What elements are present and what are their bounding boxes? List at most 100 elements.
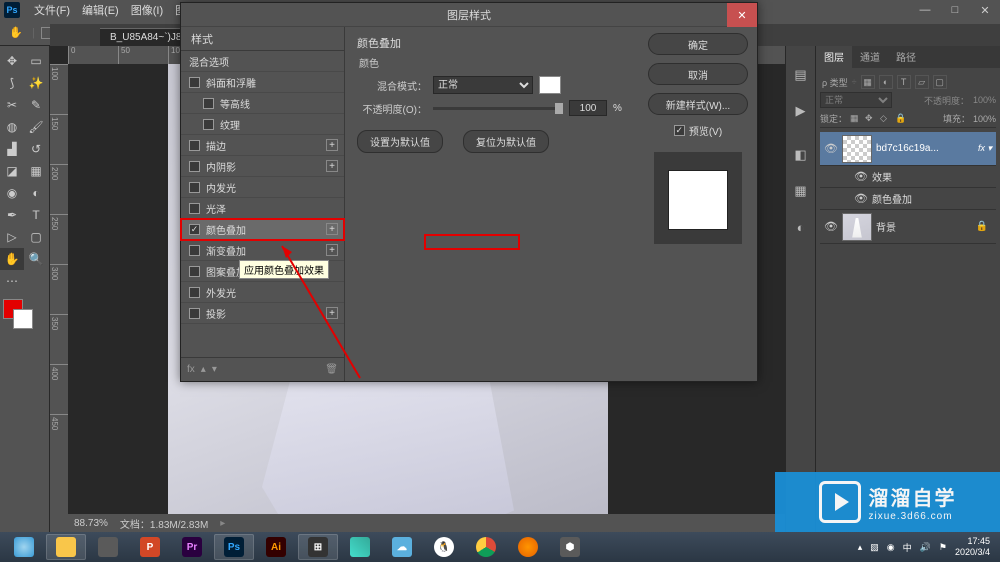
add-instance-icon[interactable]: +	[326, 223, 338, 235]
layer-row[interactable]: 👁 bd7c16c19a... fx ▾	[820, 132, 996, 166]
dialog-close-button[interactable]: ✕	[727, 3, 757, 27]
layer-fx-item[interactable]: 👁 颜色叠加	[820, 188, 996, 210]
blend-mode-select[interactable]: 正常	[820, 92, 892, 108]
eyedropper-tool[interactable]: ✎	[24, 94, 48, 116]
crop-tool[interactable]: ✂	[0, 94, 24, 116]
style-item-7[interactable]: ✓颜色叠加+	[181, 219, 344, 240]
opacity-value[interactable]: 100%	[973, 95, 996, 105]
layer-thumb[interactable]	[842, 213, 872, 241]
window-close[interactable]: ✕	[970, 0, 1000, 20]
brush-tool[interactable]: 🖌	[24, 116, 48, 138]
taskbar-photoshop[interactable]: Ps	[214, 534, 254, 560]
layer-name[interactable]: bd7c16c19a...	[876, 143, 978, 154]
dialog-titlebar[interactable]: 图层样式 ✕	[181, 3, 757, 27]
fill-value[interactable]: 100%	[973, 114, 996, 124]
tab-channels[interactable]: 通道	[852, 46, 888, 68]
menu-edit[interactable]: 编辑(E)	[76, 2, 125, 18]
ok-button[interactable]: 确定	[648, 33, 748, 55]
filter-pixel-icon[interactable]: ▦	[861, 75, 875, 89]
style-checkbox[interactable]	[189, 77, 200, 88]
color-swatches[interactable]	[0, 296, 49, 332]
system-tray[interactable]: ▴ ▧ ◉ 中 🔊 ⚑ 17:45 2020/3/4	[858, 536, 996, 558]
lock-all-icon[interactable]: 🔒	[895, 113, 907, 125]
taskbar-browser[interactable]	[4, 534, 44, 560]
sidebar-header-styles[interactable]: 样式	[181, 27, 344, 51]
fx-indicator[interactable]: fx ▾	[978, 143, 996, 154]
taskbar-clock[interactable]: 17:45 2020/3/4	[955, 536, 990, 558]
style-item-10[interactable]: 外发光	[181, 282, 344, 303]
blend-mode-select[interactable]: 正常	[433, 76, 533, 94]
history-panel-icon[interactable]: ▤	[792, 66, 810, 84]
eraser-tool[interactable]: ◪	[0, 160, 24, 182]
taskbar-premiere[interactable]: Pr	[172, 534, 212, 560]
filter-shape-icon[interactable]: ▱	[915, 75, 929, 89]
taskbar-firefox[interactable]	[508, 534, 548, 560]
filter-smart-icon[interactable]: ▢	[933, 75, 947, 89]
style-checkbox[interactable]	[189, 140, 200, 151]
tab-layers[interactable]: 图层	[816, 46, 852, 68]
tray-up-icon[interactable]: ▴	[858, 542, 863, 553]
style-checkbox[interactable]: ✓	[189, 224, 200, 235]
style-checkbox[interactable]	[189, 266, 200, 277]
background-color[interactable]	[13, 309, 33, 329]
gradient-tool[interactable]: ▦	[24, 160, 48, 182]
history-brush-tool[interactable]: ↺	[24, 138, 48, 160]
edit-toolbar[interactable]: ⋯	[0, 270, 24, 292]
lasso-tool[interactable]: ⟆	[0, 72, 24, 94]
opacity-input[interactable]	[569, 100, 607, 116]
tab-paths[interactable]: 路径	[888, 46, 924, 68]
tray-icon[interactable]: ▧	[870, 542, 879, 553]
window-maximize[interactable]: □	[940, 0, 970, 20]
style-item-8[interactable]: 渐变叠加+应用颜色叠加效果	[181, 240, 344, 261]
filter-adjust-icon[interactable]: ◐	[879, 75, 893, 89]
swatches-panel-icon[interactable]: ▦	[792, 182, 810, 200]
tray-ime-icon[interactable]: 中	[903, 541, 912, 554]
add-instance-icon[interactable]: +	[326, 139, 338, 151]
new-style-button[interactable]: 新建样式(W)...	[648, 93, 748, 115]
filter-type-icon[interactable]: T	[897, 75, 911, 89]
style-checkbox[interactable]	[203, 119, 214, 130]
opacity-slider[interactable]	[433, 107, 563, 110]
taskbar-powerpoint[interactable]: P	[130, 534, 170, 560]
style-checkbox[interactable]	[189, 161, 200, 172]
layer-name[interactable]: 背景	[876, 219, 976, 234]
arrow-down-icon[interactable]: ▾	[212, 364, 217, 375]
taskbar-app4[interactable]: ⬢	[550, 534, 590, 560]
add-instance-icon[interactable]: +	[326, 160, 338, 172]
style-item-11[interactable]: 投影+	[181, 303, 344, 324]
layer-row-background[interactable]: 👁 背景 🔒	[820, 210, 996, 244]
filter-label[interactable]: ρ 类型	[822, 76, 848, 89]
taskbar-explorer[interactable]	[46, 534, 86, 560]
overlay-color-swatch[interactable]	[539, 76, 561, 94]
wand-tool[interactable]: ✨	[24, 72, 48, 94]
taskbar-app1[interactable]: ⊞	[298, 534, 338, 560]
style-checkbox[interactable]	[189, 203, 200, 214]
add-instance-icon[interactable]: +	[326, 244, 338, 256]
style-item-0[interactable]: 斜面和浮雕	[181, 72, 344, 93]
hand-tool[interactable]: ✋	[0, 248, 24, 270]
zoom-tool[interactable]: 🔍	[24, 248, 48, 270]
visibility-toggle[interactable]: 👁	[850, 170, 872, 183]
actions-panel-icon[interactable]: ▶	[792, 102, 810, 120]
fx-label[interactable]: fx	[187, 364, 195, 375]
layer-fx-header[interactable]: 👁 效果	[820, 166, 996, 188]
cancel-button[interactable]: 取消	[648, 63, 748, 85]
window-minimize[interactable]: —	[910, 0, 940, 20]
preview-checkbox[interactable]: ✓	[674, 125, 685, 136]
tray-icon[interactable]: ⚑	[939, 542, 947, 553]
style-item-4[interactable]: 内阴影+	[181, 156, 344, 177]
style-checkbox[interactable]	[203, 98, 214, 109]
adjust-panel-icon[interactable]: ◐	[792, 218, 810, 236]
path-tool[interactable]: ▷	[0, 226, 24, 248]
style-checkbox[interactable]	[189, 245, 200, 256]
menu-image[interactable]: 图像(I)	[125, 2, 169, 18]
blending-options-item[interactable]: 混合选项	[181, 51, 344, 72]
style-item-5[interactable]: 内发光	[181, 177, 344, 198]
style-checkbox[interactable]	[189, 182, 200, 193]
layer-thumb[interactable]	[842, 135, 872, 163]
taskbar-qq[interactable]: 🐧	[424, 534, 464, 560]
trash-icon[interactable]: 🗑	[325, 364, 338, 375]
taskbar-app2[interactable]	[340, 534, 380, 560]
style-item-1[interactable]: 等高线	[181, 93, 344, 114]
color-panel-icon[interactable]: ◧	[792, 146, 810, 164]
